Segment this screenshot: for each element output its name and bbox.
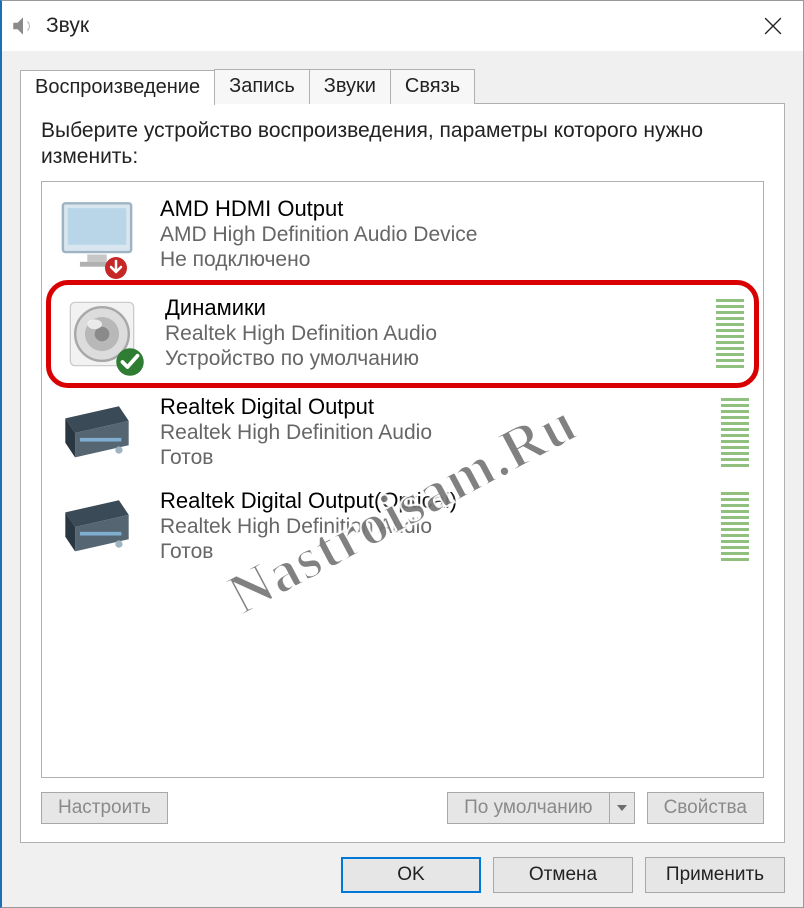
check-icon [115, 347, 145, 377]
device-sub: Realtek High Definition Audio [160, 420, 721, 446]
device-list[interactable]: AMD HDMI Output AMD High Definition Audi… [41, 181, 764, 779]
panel-button-row: Настроить По умолчанию Свойства [41, 792, 764, 824]
device-status: Готов [160, 540, 721, 564]
device-item[interactable]: Realtek Digital Output Realtek High Defi… [50, 386, 755, 480]
ok-button[interactable]: OK [341, 857, 481, 893]
tab-recording[interactable]: Запись [214, 69, 310, 104]
tab-communications[interactable]: Связь [390, 69, 475, 104]
tab-playback[interactable]: Воспроизведение [20, 70, 215, 105]
client-area: Воспроизведение Запись Звуки Связь Выбер… [2, 51, 803, 907]
device-sub: AMD High Definition Audio Device [160, 222, 749, 248]
configure-button[interactable]: Настроить [41, 792, 168, 824]
set-default-dropdown[interactable] [609, 792, 635, 824]
tab-sounds[interactable]: Звуки [309, 69, 391, 104]
sound-dialog: Звук Воспроизведение Запись Звуки Связь … [0, 0, 804, 908]
chevron-down-icon [617, 805, 627, 811]
titlebar: Звук [2, 1, 803, 51]
tab-row: Воспроизведение Запись Звуки Связь [20, 69, 785, 104]
device-status: Готов [160, 446, 721, 470]
dialog-button-row: OK Отмена Применить [20, 843, 785, 893]
level-meter [721, 398, 749, 468]
level-meter [721, 492, 749, 562]
set-default-split: По умолчанию [447, 792, 635, 824]
device-item[interactable]: Realtek Digital Output(Optical) Realtek … [50, 480, 755, 574]
playback-panel: Выберите устройство воспроизведения, пар… [20, 103, 785, 843]
cancel-button[interactable]: Отмена [493, 857, 633, 893]
device-name: Realtek Digital Output(Optical) [160, 488, 721, 514]
properties-button[interactable]: Свойства [647, 792, 764, 824]
instruction-text: Выберите устройство воспроизведения, пар… [41, 118, 764, 171]
device-text: Realtek Digital Output Realtek High Defi… [160, 392, 721, 470]
device-text: Realtek Digital Output(Optical) Realtek … [160, 486, 721, 564]
close-icon [764, 17, 782, 35]
device-status: Не подключено [160, 248, 749, 272]
device-sub: Realtek High Definition Audio [160, 514, 721, 540]
device-name: Realtek Digital Output [160, 394, 721, 420]
device-item[interactable]: Динамики Realtek High Definition Audio У… [46, 280, 759, 388]
device-sub: Realtek High Definition Audio [165, 321, 716, 347]
speaker-icon [61, 293, 143, 375]
monitor-icon [56, 194, 138, 276]
device-text: AMD HDMI Output AMD High Definition Audi… [160, 194, 749, 272]
device-status: Устройство по умолчанию [165, 347, 716, 371]
sound-icon [10, 13, 36, 39]
receiver-icon [56, 392, 138, 474]
down-arrow-icon [104, 256, 128, 280]
device-text: Динамики Realtek High Definition Audio У… [165, 293, 716, 371]
window-title: Звук [46, 14, 89, 38]
apply-button[interactable]: Применить [645, 857, 785, 893]
close-button[interactable] [743, 1, 803, 51]
receiver-icon [56, 486, 138, 568]
device-item[interactable]: AMD HDMI Output AMD High Definition Audi… [50, 188, 755, 282]
level-meter [716, 299, 744, 369]
set-default-button[interactable]: По умолчанию [447, 792, 609, 824]
device-name: Динамики [165, 295, 716, 321]
device-name: AMD HDMI Output [160, 196, 749, 222]
